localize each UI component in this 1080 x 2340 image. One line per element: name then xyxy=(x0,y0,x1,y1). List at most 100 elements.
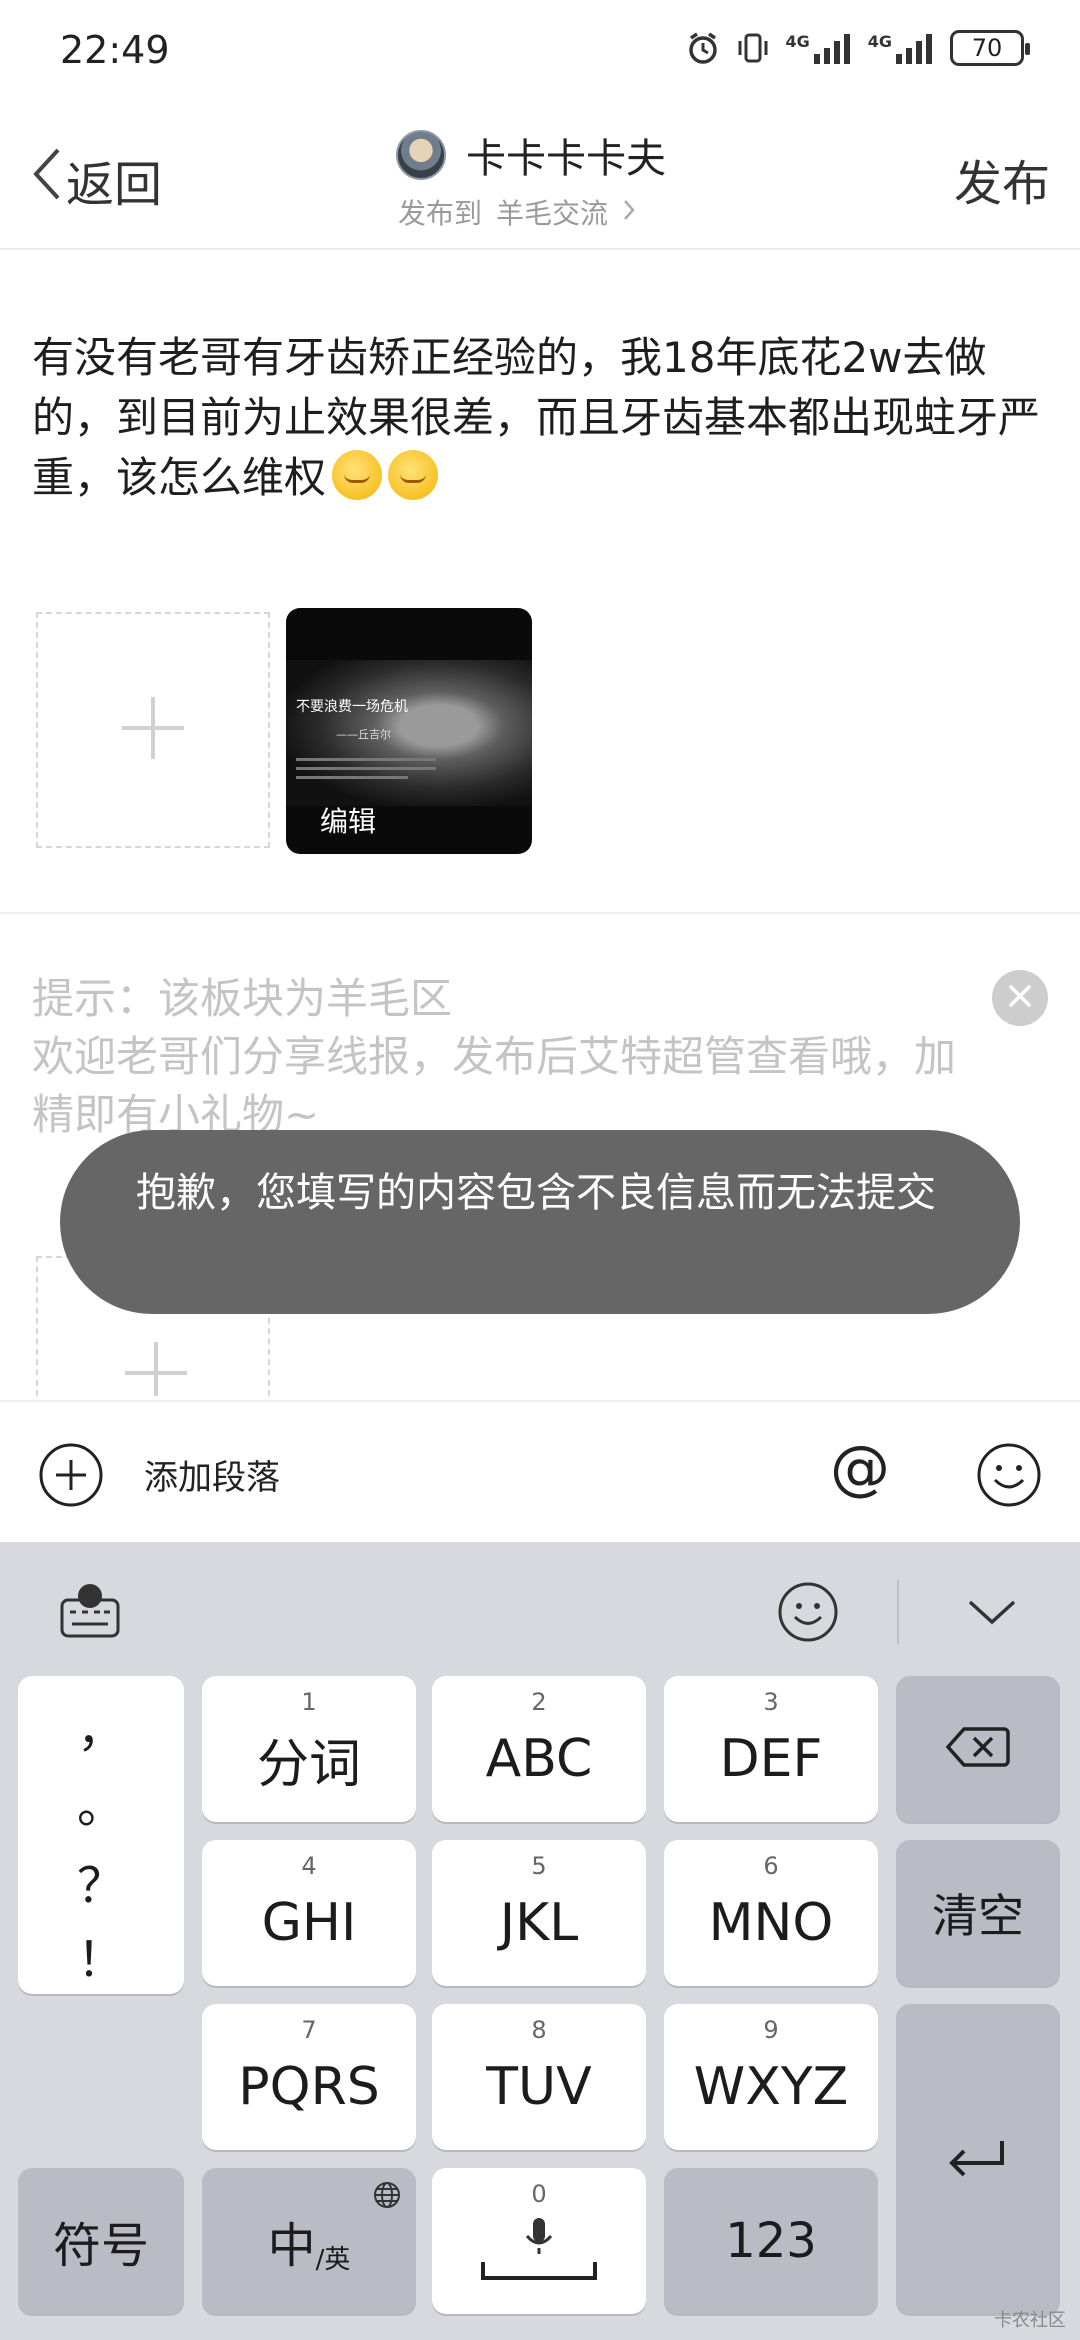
key-1[interactable]: 1 分词 xyxy=(202,1676,416,1822)
key-label: TUV xyxy=(486,2057,592,2117)
punct-exclaim[interactable]: ！ xyxy=(18,1920,184,1990)
backspace-key[interactable] xyxy=(896,1676,1060,1822)
backspace-icon xyxy=(945,1725,1010,1773)
key-8[interactable]: 8 TUV xyxy=(432,2004,646,2150)
publish-to-label: 发布到 xyxy=(398,197,483,230)
chevron-right-icon xyxy=(622,196,636,229)
punct-question[interactable]: ？ xyxy=(18,1846,184,1916)
battery-level: 70 xyxy=(971,34,1003,62)
signal-icon-1: 4G xyxy=(785,32,853,64)
divider xyxy=(0,912,1080,914)
key-5[interactable]: 5 JKL xyxy=(432,1840,646,1986)
thumb-attribution: ——丘吉尔 xyxy=(336,728,391,741)
image-thumbnail[interactable]: 不要浪费一场危机 ——丘吉尔 编辑 xyxy=(286,608,532,854)
key-4[interactable]: 4 GHI xyxy=(202,1840,416,1986)
status-bar: 22:49 4G 4G 70 xyxy=(0,0,1080,104)
thumb-text-lines xyxy=(296,758,436,785)
space-bar-icon xyxy=(479,2260,599,2286)
status-time: 22:49 xyxy=(60,28,170,72)
space-key[interactable]: 0 xyxy=(432,2168,646,2314)
editor-toolbar: 添加段落 @ xyxy=(0,1400,1080,1542)
alarm-icon xyxy=(685,30,721,66)
lang-sub-label: /英 xyxy=(315,2245,351,2275)
header: 返回 卡卡卡卡夫 发布到 羊毛交流 发布 xyxy=(0,104,1080,250)
chevron-left-icon xyxy=(28,144,64,216)
keyboard-settings-icon[interactable] xyxy=(58,1578,122,1646)
emoji-icon xyxy=(332,450,383,500)
key-number: 8 xyxy=(531,2016,547,2044)
post-text: 有没有老哥有牙齿矫正经验的，我18年底花2w去做的，到目前为止效果很差，而且牙齿… xyxy=(32,333,1041,502)
clear-key[interactable]: 清空 xyxy=(896,1840,1060,1986)
microphone-icon xyxy=(521,2216,557,2260)
key-number: 0 xyxy=(531,2180,547,2208)
hint-text: 提示：该板块为羊毛区 欢迎老哥们分享线报，发布后艾特超管查看哦，加精即有小礼物~ xyxy=(32,970,972,1144)
plus-icon xyxy=(123,1340,189,1396)
mention-button[interactable]: @ xyxy=(830,1438,890,1498)
separator xyxy=(897,1580,899,1644)
close-icon xyxy=(1006,982,1034,1014)
back-button[interactable]: 返回 xyxy=(28,144,162,216)
emoji-icon xyxy=(388,450,439,500)
status-icons: 4G 4G 70 xyxy=(685,30,1030,66)
hint-line-2: 欢迎老哥们分享线报，发布后艾特超管查看哦，加精即有小礼物~ xyxy=(32,1032,957,1139)
network-type-label: 4G xyxy=(785,32,810,51)
key-3[interactable]: 3 DEF xyxy=(664,1676,878,1822)
publish-button[interactable]: 发布 xyxy=(954,144,1050,214)
post-text-field[interactable]: 有没有老哥有牙齿矫正经验的，我18年底花2w去做的，到目前为止效果很差，而且牙齿… xyxy=(32,328,1052,508)
key-number: 2 xyxy=(531,1688,547,1716)
enter-icon xyxy=(946,2137,1010,2181)
thumb-title: 不要浪费一场危机 xyxy=(296,699,408,715)
key-label: 分词 xyxy=(256,1734,361,1795)
keyboard: ， 。 ？ ！ 1 分词 2 ABC 3 DEF 4 GHI 5 JKL 6 M… xyxy=(0,1542,1080,2340)
key-6[interactable]: 6 MNO xyxy=(664,1840,878,1986)
key-label: MNO xyxy=(708,1893,834,1953)
add-image-button[interactable] xyxy=(36,612,270,848)
key-label: WXYZ xyxy=(693,2057,849,2117)
key-number: 3 xyxy=(763,1688,779,1716)
plus-icon xyxy=(120,695,186,765)
punct-comma[interactable]: ， xyxy=(18,1690,184,1760)
enter-key[interactable] xyxy=(896,2004,1060,2314)
language-key[interactable]: 中/英 xyxy=(202,2168,416,2314)
symbol-key[interactable]: 符号 xyxy=(18,2168,184,2314)
emoji-button[interactable] xyxy=(976,1442,1042,1512)
board-selector[interactable]: 发布到 羊毛交流 xyxy=(398,192,726,232)
add-paragraph-label[interactable]: 添加段落 xyxy=(144,1450,280,1499)
punct-period[interactable]: 。 xyxy=(18,1766,184,1836)
close-hint-button[interactable] xyxy=(992,970,1048,1026)
key-label: ABC xyxy=(485,1729,593,1789)
add-paragraph-icon[interactable] xyxy=(38,1442,104,1512)
key-7[interactable]: 7 PQRS xyxy=(202,2004,416,2150)
keyboard-emoji-icon[interactable] xyxy=(776,1580,840,1648)
network-type-label: 4G xyxy=(867,32,892,51)
lang-main-label: 中 xyxy=(267,2218,316,2274)
punctuation-column[interactable]: ， 。 ？ ！ xyxy=(18,1676,184,1994)
key-number: 5 xyxy=(531,1852,547,1880)
key-9[interactable]: 9 WXYZ xyxy=(664,2004,878,2150)
board-name: 羊毛交流 xyxy=(496,197,609,230)
battery-icon: 70 xyxy=(950,30,1030,66)
watermark: 卡农社区 xyxy=(994,2310,1066,2331)
key-number: 4 xyxy=(301,1852,317,1880)
key-label: DEF xyxy=(719,1729,823,1789)
clear-label: 清空 xyxy=(932,1889,1024,1943)
back-label: 返回 xyxy=(66,157,163,213)
key-label: PQRS xyxy=(238,2057,380,2117)
key-number: 6 xyxy=(763,1852,779,1880)
numbers-label: 123 xyxy=(725,2213,817,2269)
keyboard-top-bar xyxy=(0,1542,1080,1674)
edit-image-button[interactable]: 编辑 xyxy=(320,800,376,840)
vibrate-icon xyxy=(735,30,771,66)
key-number: 7 xyxy=(301,2016,317,2044)
hide-keyboard-icon[interactable] xyxy=(966,1598,1018,1630)
avatar xyxy=(396,130,446,180)
key-2[interactable]: 2 ABC xyxy=(432,1676,646,1822)
signal-icon-2: 4G xyxy=(868,32,936,64)
error-toast: 抱歉，您填写的内容包含不良信息而无法提交 xyxy=(60,1130,1020,1314)
numbers-key[interactable]: 123 xyxy=(664,2168,878,2314)
key-number: 9 xyxy=(763,2016,779,2044)
header-center: 卡卡卡卡夫 发布到 羊毛交流 xyxy=(396,126,726,232)
symbol-label: 符号 xyxy=(52,2218,149,2274)
hint-line-1: 提示：该板块为羊毛区 xyxy=(32,974,453,1023)
username: 卡卡卡卡夫 xyxy=(466,136,666,182)
